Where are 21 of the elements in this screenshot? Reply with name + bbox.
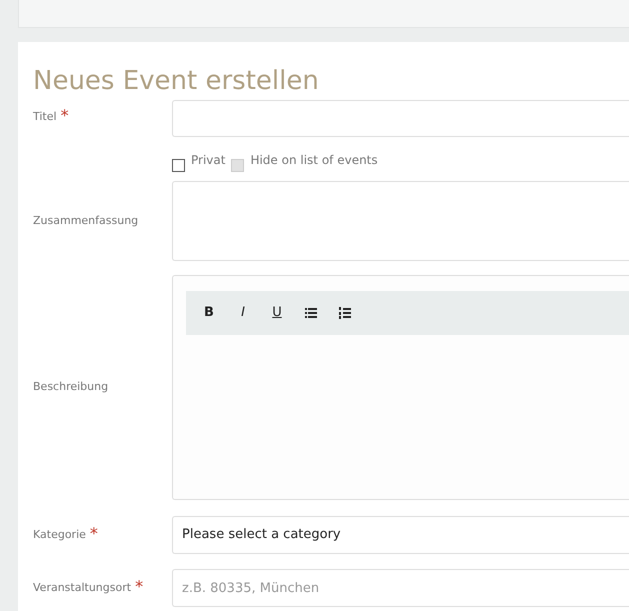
bold-button[interactable]: B — [197, 301, 221, 325]
underline-button[interactable]: U — [265, 301, 289, 325]
italic-button[interactable]: I — [231, 301, 255, 325]
field-label: Kategorie — [33, 526, 86, 543]
category-select[interactable]: Please select a category — [172, 516, 629, 554]
bullet-list-icon — [305, 308, 317, 318]
checkbox-label: Hide on list of events — [250, 152, 378, 169]
required-mark: * — [135, 580, 144, 594]
checkbox-label: Privat — [191, 152, 226, 169]
field-label: Veranstaltungsort — [33, 580, 132, 596]
checkbox[interactable] — [172, 158, 185, 172]
field-label: Zusammenfassung — [33, 212, 138, 229]
numbered-list-icon — [339, 307, 351, 319]
field-label: Titel — [33, 109, 57, 125]
location-input[interactable]: z.B. 80335, München — [172, 569, 629, 607]
page-heading: Neues Event erstellen — [33, 65, 320, 98]
required-mark: * — [90, 526, 98, 541]
field-label: Beschreibung — [33, 379, 108, 396]
rich-text-editor[interactable]: B I U — [172, 275, 629, 500]
title-input[interactable] — [172, 100, 629, 137]
required-mark: * — [60, 109, 69, 123]
